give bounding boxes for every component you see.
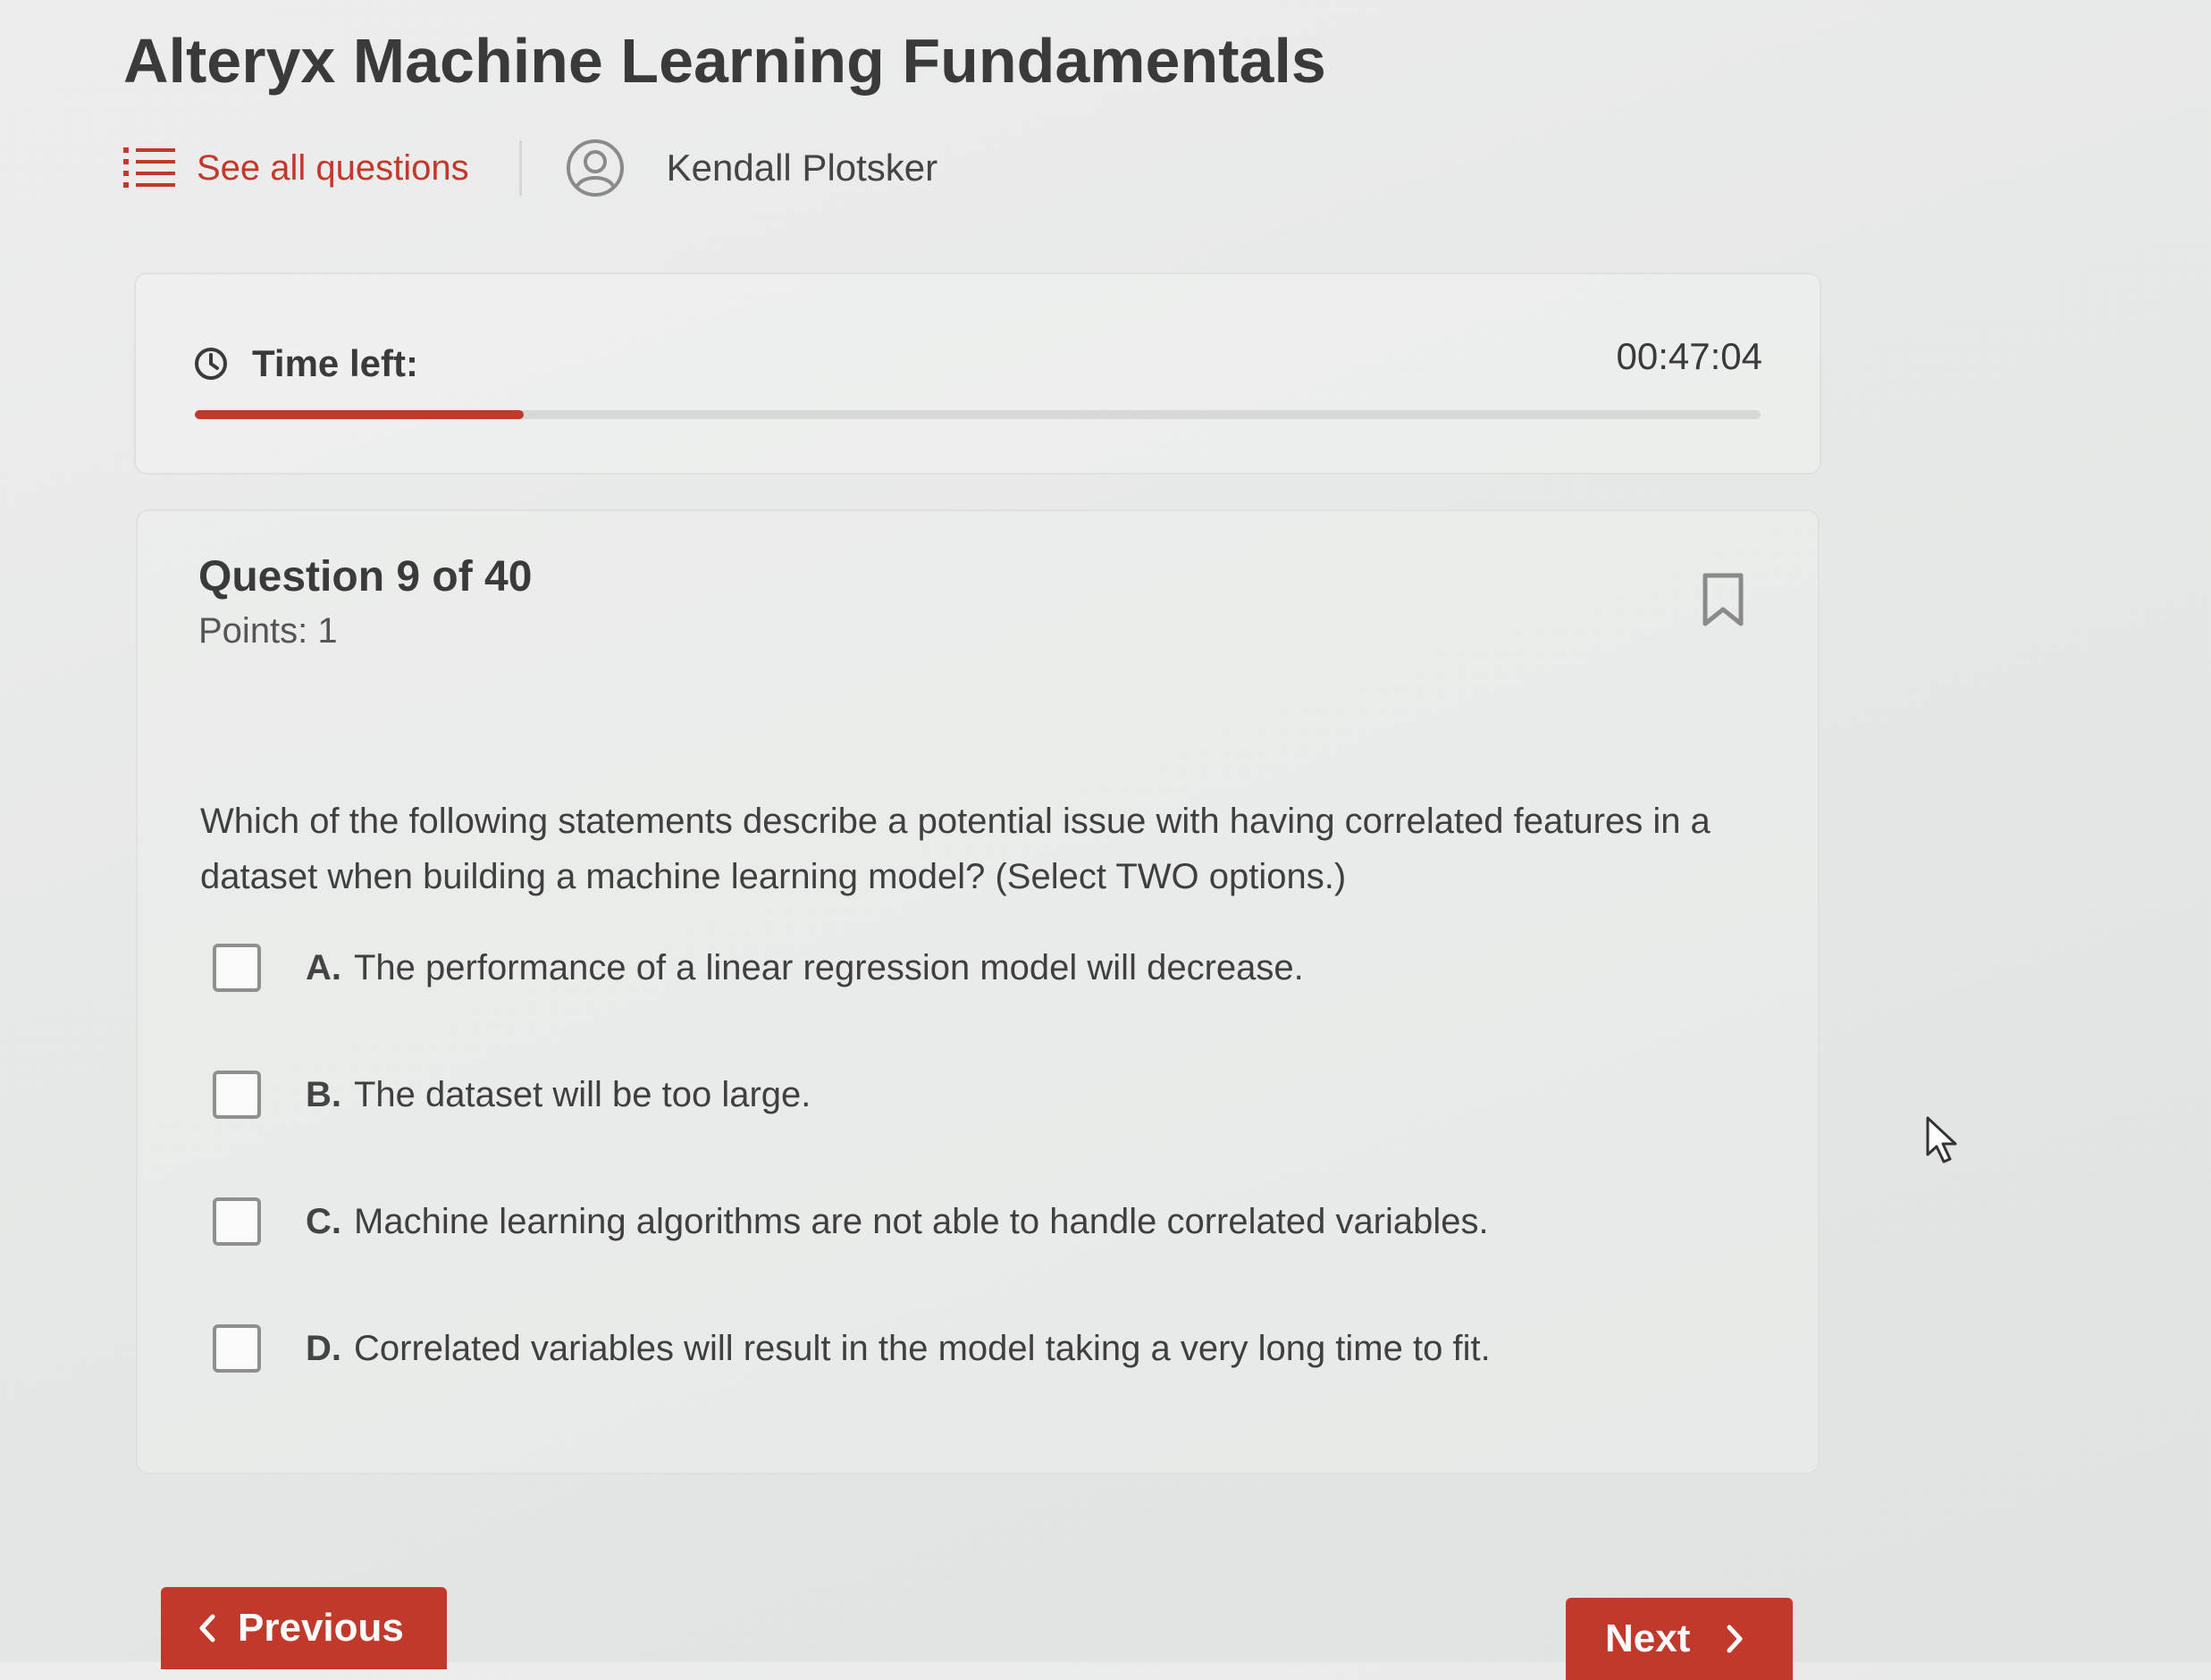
see-all-questions-label: See all questions [197, 147, 469, 188]
question-card: Question 9 of 40 Points: 1 Which of the … [136, 509, 1820, 1474]
list-icon [123, 147, 175, 189]
time-left-value: 00:47:04 [1616, 335, 1763, 377]
option-a[interactable]: A. The performance of a linear regressio… [213, 904, 1732, 1031]
chevron-right-icon [1726, 1624, 1744, 1654]
option-a-letter: A. [306, 947, 341, 987]
bookmark-icon [1702, 572, 1744, 627]
option-c-text: Machine learning algorithms are not able… [354, 1201, 1489, 1241]
timer-card: Time left: 00:47:04 [134, 273, 1821, 475]
user-name: Kendall Plotsker [666, 147, 938, 189]
option-d-checkbox[interactable] [213, 1324, 261, 1373]
option-c[interactable]: C. Machine learning algorithms are not a… [213, 1158, 1732, 1285]
previous-button[interactable]: Previous [161, 1587, 447, 1669]
question-text: Which of the following statements descri… [200, 802, 1711, 896]
mouse-cursor-icon [1925, 1115, 1961, 1165]
next-button-label: Next [1605, 1617, 1691, 1660]
option-c-checkbox[interactable] [213, 1197, 261, 1246]
previous-button-label: Previous [238, 1606, 404, 1650]
option-d-text: Correlated variables will result in the … [354, 1328, 1491, 1368]
question-points: Points: 1 [198, 611, 338, 651]
exam-toolbar: See all questions Kendall Plotsker [123, 132, 937, 204]
time-left-row: Time left: [193, 342, 418, 385]
answer-options: A. The performance of a linear regressio… [213, 904, 1732, 1412]
option-d[interactable]: D. Correlated variables will result in t… [213, 1285, 1732, 1412]
option-a-checkbox[interactable] [213, 944, 261, 992]
time-progress-fill [195, 410, 524, 419]
see-all-questions-link[interactable]: See all questions [123, 147, 469, 189]
option-b-checkbox[interactable] [213, 1071, 261, 1119]
option-d-letter: D. [306, 1328, 341, 1368]
option-c-letter: C. [306, 1201, 341, 1241]
option-a-text: The performance of a linear regression m… [354, 947, 1304, 987]
page-title: Alteryx Machine Learning Fundamentals [123, 26, 1326, 96]
option-b-text: The dataset will be too large. [354, 1074, 811, 1114]
chevron-left-icon [198, 1613, 216, 1643]
question-number: Question 9 of 40 [198, 553, 533, 601]
time-progress-track [195, 410, 1761, 419]
user-avatar-icon [565, 138, 626, 198]
next-button[interactable]: Next [1566, 1598, 1793, 1680]
bookmark-button[interactable] [1702, 572, 1744, 627]
clock-icon [193, 346, 229, 382]
time-left-label: Time left: [252, 342, 418, 384]
option-b-letter: B. [306, 1074, 341, 1114]
option-b[interactable]: B. The dataset will be too large. [213, 1031, 1732, 1158]
toolbar-divider [518, 140, 522, 196]
